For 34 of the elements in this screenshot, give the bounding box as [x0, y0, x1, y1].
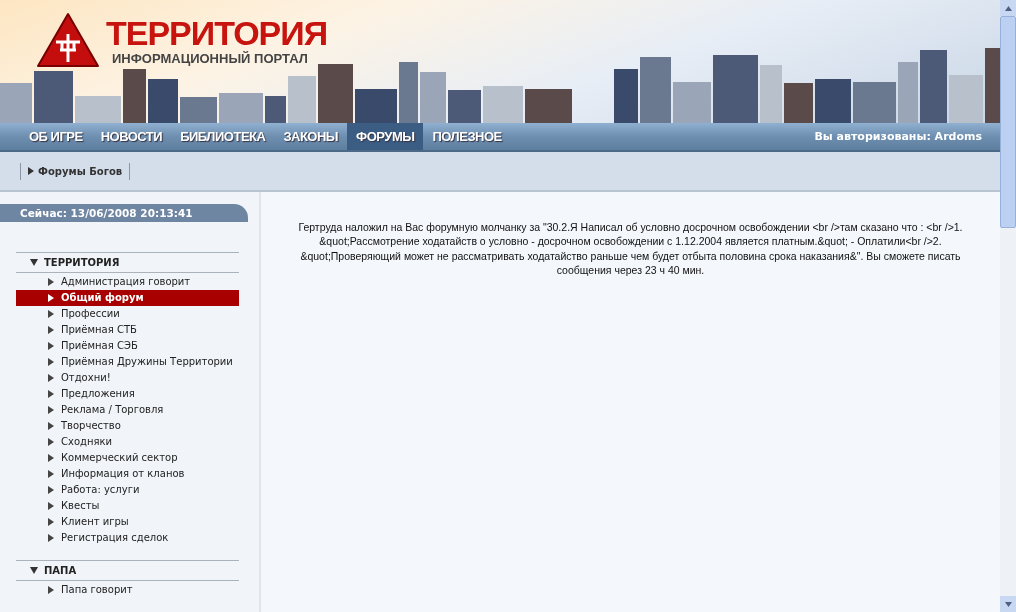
- forum-link[interactable]: Предложения: [16, 386, 239, 402]
- site-title: ТЕРРИТОРИЯ: [106, 14, 328, 51]
- forum-link[interactable]: Реклама / Торговля: [16, 402, 239, 418]
- auth-status: Вы авторизованы: Ardoms: [814, 130, 982, 143]
- forum-link[interactable]: Профессии: [16, 306, 239, 322]
- arrow-icon: [28, 167, 34, 176]
- breadcrumb-link[interactable]: Форумы Богов: [20, 162, 131, 180]
- triangle-logo-icon: [36, 12, 100, 68]
- forum-link[interactable]: Творчество: [16, 418, 239, 434]
- forum-link[interactable]: Папа говорит: [16, 582, 239, 598]
- arrow-icon: [48, 586, 54, 594]
- forum-link[interactable]: Общий форум: [16, 290, 239, 306]
- forum-link[interactable]: Сходняки: [16, 434, 239, 450]
- forum-link[interactable]: Информация от кланов: [16, 466, 239, 482]
- forum-link[interactable]: Работа: услуги: [16, 482, 239, 498]
- forum-link[interactable]: Регистрация сделок: [16, 530, 239, 546]
- forum-link[interactable]: Клиент игры: [16, 514, 239, 530]
- message-text: Гертруда наложил на Вас форумную молчанку за "30.2.Я Написал об условно досрочном освобождении <br />там сказано что : <br />1. &quot;Рассмотрение ходатайств о условно - досрочном освобождении с 1.12.2004 является платным.&quot; - Оплатили<br />2. &quot;Проверяющий может не рассматривать ходатайство раньше чем будет отбыта половина срока наказания&". Вы сможете писать сообщения через 23 ч 40 мин.: [297, 220, 964, 278]
- forum-link[interactable]: Приёмная СТБ: [16, 322, 239, 338]
- forum-link[interactable]: Приёмная СЭБ: [16, 338, 239, 354]
- arrow-down-icon: [30, 259, 38, 266]
- site-subtitle: ИНФОРМАЦИОННЫЙ ПОРТАЛ: [112, 50, 309, 66]
- forum-link[interactable]: Квесты: [16, 498, 239, 514]
- section-header[interactable]: ПАПА: [16, 560, 239, 581]
- forum-link[interactable]: Отдохни!: [16, 370, 239, 386]
- forum-link[interactable]: Администрация говорит: [16, 274, 239, 290]
- arrow-up-icon[interactable]: [1004, 5, 1012, 11]
- arrow-down-icon: [30, 567, 38, 574]
- nav-tab[interactable]: ФОРУМЫ: [347, 122, 424, 151]
- forum-link[interactable]: Приёмная Дружины Территории: [16, 354, 239, 370]
- arrow-down-icon[interactable]: [1004, 601, 1012, 607]
- forum-link[interactable]: Коммерческий сектор: [16, 450, 239, 466]
- section-header[interactable]: ТЕРРИТОРИЯ: [16, 252, 239, 273]
- scrollbar[interactable]: [1000, 0, 1016, 612]
